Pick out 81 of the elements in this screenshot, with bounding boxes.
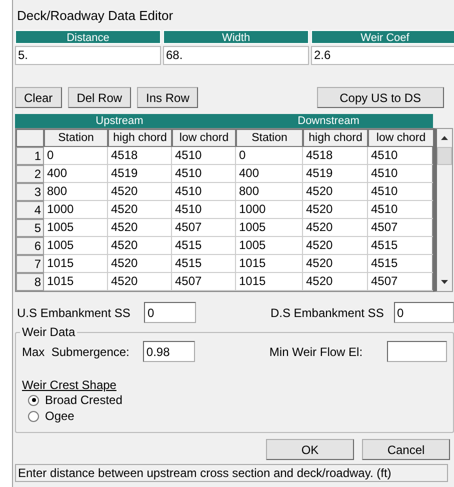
group-header: Downstream bbox=[296, 114, 360, 128]
row-number[interactable]: 4 bbox=[16, 201, 44, 219]
field-label: D.S Embankment SS bbox=[270, 306, 385, 320]
table-cell[interactable]: 800 bbox=[44, 183, 108, 201]
table-cell[interactable]: 68. bbox=[163, 46, 309, 65]
table-cell[interactable]: 5. bbox=[15, 46, 161, 65]
table-cell[interactable]: 1000 bbox=[236, 201, 303, 219]
table-cell[interactable]: 4518 bbox=[303, 147, 368, 165]
table-cell[interactable]: 1005 bbox=[44, 219, 108, 237]
status-bar: Enter distance between upstream cross section and deck/roadway. (ft) bbox=[15, 464, 448, 482]
toolbar-button[interactable]: Ins Row bbox=[137, 87, 198, 108]
window-title: Deck/Roadway Data Editor bbox=[16, 8, 174, 25]
row-number[interactable]: 5 bbox=[16, 219, 44, 237]
table-cell[interactable]: 1005 bbox=[44, 237, 108, 255]
table-cell[interactable]: 4520 bbox=[303, 219, 368, 237]
field-label: Min Weir Flow El: bbox=[269, 344, 364, 358]
table-cell[interactable]: 0 bbox=[44, 147, 108, 165]
table-cell[interactable]: 4518 bbox=[108, 147, 172, 165]
table-cell[interactable]: 1015 bbox=[44, 273, 108, 291]
dialog-button[interactable]: Cancel bbox=[362, 439, 450, 460]
copy-button[interactable]: Copy US to DS bbox=[316, 87, 444, 108]
toolbar-button[interactable]: Clear bbox=[15, 87, 62, 108]
table-cell[interactable]: 4520 bbox=[303, 255, 368, 273]
field-label: U.S Embankment SS bbox=[17, 306, 132, 320]
table-cell[interactable]: 1000 bbox=[44, 201, 108, 219]
field-label: Max Submergence: bbox=[22, 344, 130, 358]
table-cell[interactable]: 1005 bbox=[236, 237, 303, 255]
table-cell[interactable]: 4519 bbox=[108, 165, 172, 183]
table-cell[interactable]: 400 bbox=[44, 165, 108, 183]
table-cell[interactable]: 1015 bbox=[236, 273, 303, 291]
table-cell[interactable]: 0 bbox=[236, 147, 303, 165]
table-cell[interactable]: 4510 bbox=[172, 183, 236, 201]
column-header: high chord bbox=[108, 129, 172, 147]
table-cell[interactable]: 4520 bbox=[303, 273, 368, 291]
column-header: low chord bbox=[172, 129, 236, 147]
table-cell[interactable]: 4519 bbox=[303, 165, 368, 183]
row-number[interactable]: 7 bbox=[16, 255, 44, 273]
column-header: Distance bbox=[15, 30, 161, 44]
group-header: Upstream bbox=[94, 114, 144, 128]
table-cell[interactable]: 4520 bbox=[108, 237, 172, 255]
column-header: Weir Coef bbox=[311, 30, 454, 44]
table-cell[interactable]: 4515 bbox=[172, 237, 236, 255]
table-cell[interactable]: 4520 bbox=[303, 201, 368, 219]
table-cell[interactable]: 1015 bbox=[236, 255, 303, 273]
table-cell[interactable]: 1005 bbox=[236, 219, 303, 237]
input-field[interactable]: 0.98 bbox=[143, 341, 196, 362]
radio-option[interactable]: Broad Crested bbox=[22, 392, 447, 408]
row-number[interactable]: 1 bbox=[16, 147, 44, 165]
row-number[interactable]: 8 bbox=[16, 273, 44, 291]
section-title: Weir Crest Shape bbox=[22, 378, 116, 392]
table-cell[interactable]: 4520 bbox=[108, 183, 172, 201]
table-cell[interactable]: 4520 bbox=[303, 237, 368, 255]
column-header: Width bbox=[163, 30, 309, 44]
group-title: Weir Data bbox=[21, 325, 76, 339]
table-cell[interactable]: 4510 bbox=[172, 147, 236, 165]
column-header: Station bbox=[44, 129, 108, 147]
table-cell[interactable]: 4507 bbox=[172, 219, 236, 237]
table-cell[interactable]: 1015 bbox=[44, 255, 108, 273]
dialog-button[interactable]: OK bbox=[266, 439, 354, 460]
input-field[interactable]: 0 bbox=[144, 302, 196, 323]
table-cell[interactable]: 4520 bbox=[303, 183, 368, 201]
table-cell[interactable]: 400 bbox=[236, 165, 303, 183]
table-cell[interactable]: 4520 bbox=[108, 273, 172, 291]
toolbar-button[interactable]: Del Row bbox=[68, 87, 132, 108]
column-header: Station bbox=[236, 129, 303, 147]
table-cell[interactable]: 4507 bbox=[172, 273, 236, 291]
table-cell[interactable]: 4515 bbox=[172, 255, 236, 273]
table-cell[interactable]: 4510 bbox=[172, 201, 236, 219]
table-cell[interactable]: 800 bbox=[236, 183, 303, 201]
row-number[interactable]: 2 bbox=[16, 165, 44, 183]
table-cell[interactable]: 2.6 bbox=[311, 46, 454, 65]
column-header: low chord bbox=[368, 129, 434, 147]
table-cell[interactable]: 4520 bbox=[108, 201, 172, 219]
row-number[interactable]: 6 bbox=[16, 237, 44, 255]
row-number[interactable]: 3 bbox=[16, 183, 44, 201]
radio-option[interactable]: Ogee bbox=[22, 408, 447, 424]
table-cell[interactable]: 4520 bbox=[108, 219, 172, 237]
table-cell[interactable]: 4510 bbox=[172, 165, 236, 183]
input-field[interactable]: 0 bbox=[394, 302, 454, 323]
column-header: high chord bbox=[303, 129, 368, 147]
table-cell[interactable]: 4520 bbox=[108, 255, 172, 273]
